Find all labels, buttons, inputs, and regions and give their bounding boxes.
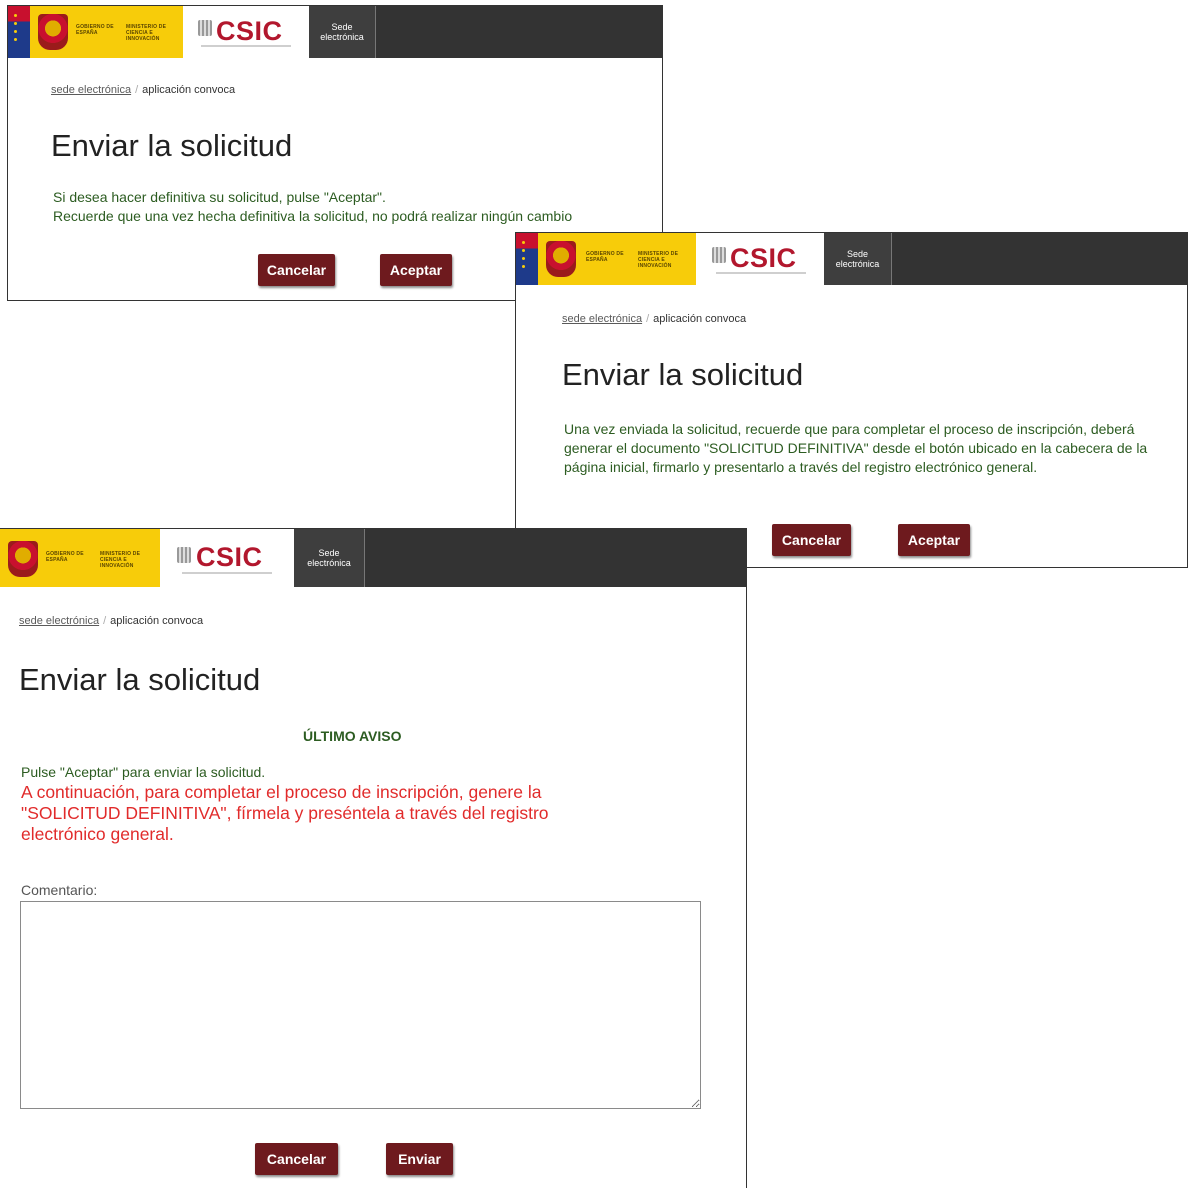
gov-label: GOBIERNO DE ESPAÑA [76,24,114,36]
breadcrumb-separator: / [103,615,107,627]
sede-line1: Sede [331,22,353,32]
government-logo: GOBIERNO DE ESPAÑA MINISTERIO DE CIENCIA… [8,6,183,58]
government-logo: GOBIERNO DE ESPAÑA MINISTERIO DE CIENCIA… [516,233,696,285]
csic-emblem-icon [198,20,212,36]
csic-emblem-icon [177,547,191,563]
page-title: Enviar la solicitud [51,128,293,163]
ministry-label: MINISTERIO DE CIENCIA E INNOVACIÓN [100,551,141,569]
sede-electronica-link[interactable]: Sede electrónica [309,6,376,58]
accept-button[interactable]: Aceptar [380,254,452,286]
site-header: GOBIERNO DE ESPAÑA MINISTERIO DE CIENCIA… [0,529,746,587]
sede-line1: Sede [318,548,340,558]
breadcrumb-link-sede[interactable]: sede electrónica [51,84,131,96]
breadcrumb-separator: / [646,313,650,325]
last-notice-heading: ÚLTIMO AVISO [303,728,402,744]
breadcrumb: sede electrónica / aplicación convoca [51,84,235,96]
gov-label: GOBIERNO DE ESPAÑA [586,251,624,263]
breadcrumb-current: aplicación convoca [110,615,204,627]
csic-subtitle-line [182,572,272,574]
ministry-label: MINISTERIO DE CIENCIA E INNOVACIÓN [638,251,679,269]
coat-of-arms-icon [546,241,576,277]
breadcrumb-current: aplicación convoca [142,84,236,96]
sede-electronica-link[interactable]: Sede electrónica [824,233,892,285]
cancel-button[interactable]: Cancelar [258,254,335,286]
cancel-button[interactable]: Cancelar [255,1143,338,1175]
page-title: Enviar la solicitud [562,357,804,392]
comment-textarea[interactable] [20,901,701,1109]
page-title: Enviar la solicitud [19,662,261,697]
breadcrumb-current: aplicación convoca [653,313,747,325]
confirm-line-1: Si desea hacer definitiva su solicitud, … [53,189,386,205]
csic-logo: CSIC [160,529,294,587]
csic-logo: CSIC [183,6,309,58]
breadcrumb-link-sede[interactable]: sede electrónica [19,615,99,627]
send-button[interactable]: Enviar [386,1143,453,1175]
breadcrumb-separator: / [135,84,139,96]
dialog-submission-info: GOBIERNO DE ESPAÑA MINISTERIO DE CIENCIA… [515,232,1188,568]
confirm-line-2: Recuerde que una vez hecha definitiva la… [53,208,573,224]
government-logo: GOBIERNO DE ESPAÑA MINISTERIO DE CIENCIA… [0,529,160,587]
sede-line1: Sede [846,249,869,259]
sede-line2: electrónica [320,32,364,42]
csic-wordmark: CSIC [730,243,797,273]
coat-of-arms-icon [8,541,38,577]
breadcrumb: sede electrónica / aplicación convoca [562,313,746,325]
csic-logo: CSIC [696,233,824,285]
sede-line2: electrónica [835,259,880,269]
gov-label: GOBIERNO DE ESPAÑA [46,551,84,563]
ministry-label: MINISTERIO DE CIENCIA E INNOVACIÓN [126,24,167,42]
eu-flag-strip [8,6,30,58]
csic-wordmark: CSIC [216,16,283,46]
dialog-last-notice: GOBIERNO DE ESPAÑA MINISTERIO DE CIENCIA… [0,528,747,1188]
csic-wordmark: CSIC [196,542,263,572]
site-header: GOBIERNO DE ESPAÑA MINISTERIO DE CIENCIA… [516,233,1187,285]
confirm-message: Si desea hacer definitiva su solicitud, … [53,188,653,226]
site-header: GOBIERNO DE ESPAÑA MINISTERIO DE CIENCIA… [8,6,662,58]
definitive-warning: A continuación, para completar el proces… [21,782,549,844]
csic-subtitle-line [716,272,806,274]
comment-label: Comentario: [21,882,98,898]
breadcrumb: sede electrónica / aplicación convoca [19,615,203,627]
csic-subtitle-line [201,45,291,47]
coat-of-arms-icon [38,14,68,50]
eu-flag-strip [516,233,538,285]
sede-electronica-link[interactable]: Sede electrónica [294,529,365,587]
sede-line2: electrónica [307,558,351,568]
breadcrumb-link-sede[interactable]: sede electrónica [562,313,642,325]
accept-button[interactable]: Aceptar [898,524,970,556]
csic-emblem-icon [712,247,726,263]
send-instruction: Pulse "Aceptar" para enviar la solicitud… [21,764,266,780]
submission-info-message: Una vez enviada la solicitud, recuerde q… [564,421,1148,475]
cancel-button[interactable]: Cancelar [772,524,851,556]
